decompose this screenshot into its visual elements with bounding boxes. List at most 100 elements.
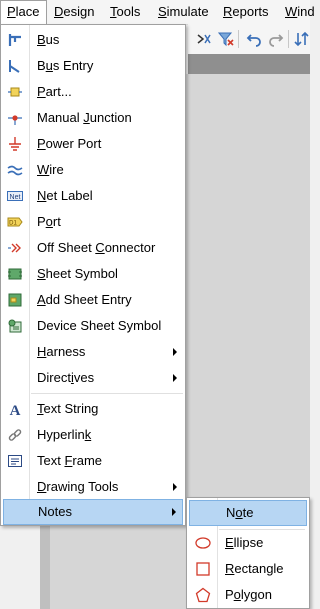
label-pre: Notes <box>38 504 72 519</box>
menu-separator <box>31 393 183 394</box>
menu-item-label: Rectangle <box>225 556 284 582</box>
label-accel: N <box>37 188 47 203</box>
menu-item-bus-entry[interactable]: Bus Entry <box>3 53 183 79</box>
label-pre: Manual <box>37 110 84 125</box>
cross-probe-icon[interactable] <box>196 31 212 47</box>
net-label-icon: Net <box>7 188 23 204</box>
menubar-design-rest: esign <box>63 4 95 19</box>
notes-submenu: Note Ellipse Rectangle Polygon <box>186 497 310 609</box>
menu-item-device-sheet-symbol[interactable]: Device Sheet Symbol <box>3 313 183 339</box>
menubar-place-accel: P <box>7 4 16 19</box>
menu-item-label: Power Port <box>37 131 101 157</box>
label-accel: H <box>37 344 47 359</box>
menu-item-text-frame[interactable]: Text Frame <box>3 448 183 474</box>
menu-item-part[interactable]: Part... <box>3 79 183 105</box>
label-accel: E <box>225 535 234 550</box>
menu-item-bus[interactable]: Bus <box>3 27 183 53</box>
text-string-icon: A <box>7 401 23 417</box>
menu-item-power-port[interactable]: Power Port <box>3 131 183 157</box>
menu-item-label: Part... <box>37 79 72 105</box>
menu-item-text-string[interactable]: A Text String <box>3 396 183 422</box>
submenu-item-ellipse[interactable]: Ellipse <box>189 530 307 556</box>
label-accel: W <box>37 162 50 177</box>
rectangle-icon <box>195 561 211 577</box>
label-post: s Entry <box>52 58 94 73</box>
label-accel: C <box>95 240 105 255</box>
off-sheet-connector-icon <box>7 240 23 256</box>
port-icon: D1 <box>7 214 23 230</box>
menu-item-hyperlink[interactable]: Hyperlink <box>3 422 183 448</box>
label-pre: Device Sheet Symbol <box>37 318 162 333</box>
canvas-left-border <box>40 520 50 609</box>
menubar-simulate-accel: S <box>158 4 167 19</box>
label-pre: B <box>37 58 46 73</box>
menu-item-directives[interactable]: Directives <box>3 365 183 391</box>
label-pre: Text <box>37 453 65 468</box>
menu-item-harness[interactable]: Harness <box>3 339 183 365</box>
menu-item-label: Port <box>37 209 61 235</box>
toolbar-separator <box>238 30 239 48</box>
menu-item-label: Polygon <box>225 582 272 608</box>
menubar-design[interactable]: Design <box>54 0 94 24</box>
undo-icon[interactable] <box>246 31 262 47</box>
menu-item-label: Bus Entry <box>37 53 93 79</box>
menu-item-add-sheet-entry[interactable]: Add Sheet Entry <box>3 287 183 313</box>
bus-icon <box>7 32 23 48</box>
label-accel: D <box>37 479 47 494</box>
menu-item-wire[interactable]: Wire <box>3 157 183 183</box>
menu-item-label: Manual Junction <box>37 105 132 131</box>
menu-item-label: Device Sheet Symbol <box>37 313 161 339</box>
menu-item-label: Harness <box>37 339 85 365</box>
menu-item-label: Add Sheet Entry <box>37 287 132 313</box>
menubar-window[interactable]: Wind <box>285 0 315 24</box>
label-accel: u <box>45 58 53 73</box>
label-accel: k <box>84 427 92 442</box>
menu-item-label: Sheet Symbol <box>37 261 118 287</box>
polygon-icon <box>195 587 211 603</box>
label-accel: B <box>37 32 46 47</box>
label-post: rawing Tools <box>46 479 119 494</box>
menu-item-label: Net Label <box>37 183 93 209</box>
menu-item-label: Off Sheet Connector <box>37 235 155 261</box>
label-post: llipse <box>233 535 264 550</box>
submenu-item-polygon[interactable]: Polygon <box>189 582 307 608</box>
manual-junction-icon <box>7 110 23 126</box>
menubar-reports-accel: R <box>223 4 233 19</box>
submenu-arrow-icon <box>173 374 177 382</box>
sort-icon[interactable] <box>294 31 310 47</box>
label-pre: P <box>225 587 234 602</box>
label-post: te <box>242 505 254 520</box>
menu-item-notes[interactable]: Notes <box>3 499 183 525</box>
menu-item-label: Hyperlink <box>37 422 91 448</box>
menu-item-label: Notes <box>38 499 72 525</box>
label-post: rame <box>72 453 103 468</box>
menubar-simulate[interactable]: Simulate <box>158 0 209 24</box>
menu-item-off-sheet-connector[interactable]: Off Sheet Connector <box>3 235 183 261</box>
label-pre: Hyperlin <box>37 427 85 442</box>
label-accel: P <box>37 84 46 99</box>
label-accel: o <box>233 587 241 602</box>
wire-icon <box>7 162 23 178</box>
menu-item-net-label[interactable]: Net Net Label <box>3 183 183 209</box>
menubar-place[interactable]: Place <box>0 0 47 24</box>
label-pre: Off Sheet <box>37 240 96 255</box>
menu-item-drawing-tools[interactable]: Drawing Tools <box>3 474 183 500</box>
label-post: ire <box>49 162 64 177</box>
menubar-design-accel: D <box>54 4 64 19</box>
svg-text:A: A <box>10 403 21 417</box>
svg-text:D1: D1 <box>9 221 17 227</box>
menubar-tools-rest: ools <box>116 4 141 19</box>
label-accel: o <box>45 214 53 229</box>
menu-item-sheet-symbol[interactable]: Sheet Symbol <box>3 261 183 287</box>
menubar-window-accel: W <box>285 4 298 19</box>
menubar-tools[interactable]: Tools <box>110 0 140 24</box>
menu-item-manual-junction[interactable]: Manual Junction <box>3 105 183 131</box>
redo-icon[interactable] <box>268 31 284 47</box>
menu-item-label: Text Frame <box>37 448 102 474</box>
menu-item-port[interactable]: D1 Port <box>3 209 183 235</box>
submenu-item-rectangle[interactable]: Rectangle <box>189 556 307 582</box>
add-sheet-entry-icon <box>7 292 23 308</box>
submenu-item-note[interactable]: Note <box>189 500 307 526</box>
menubar-reports[interactable]: Reports <box>223 0 269 24</box>
clear-filter-icon[interactable] <box>218 31 234 47</box>
